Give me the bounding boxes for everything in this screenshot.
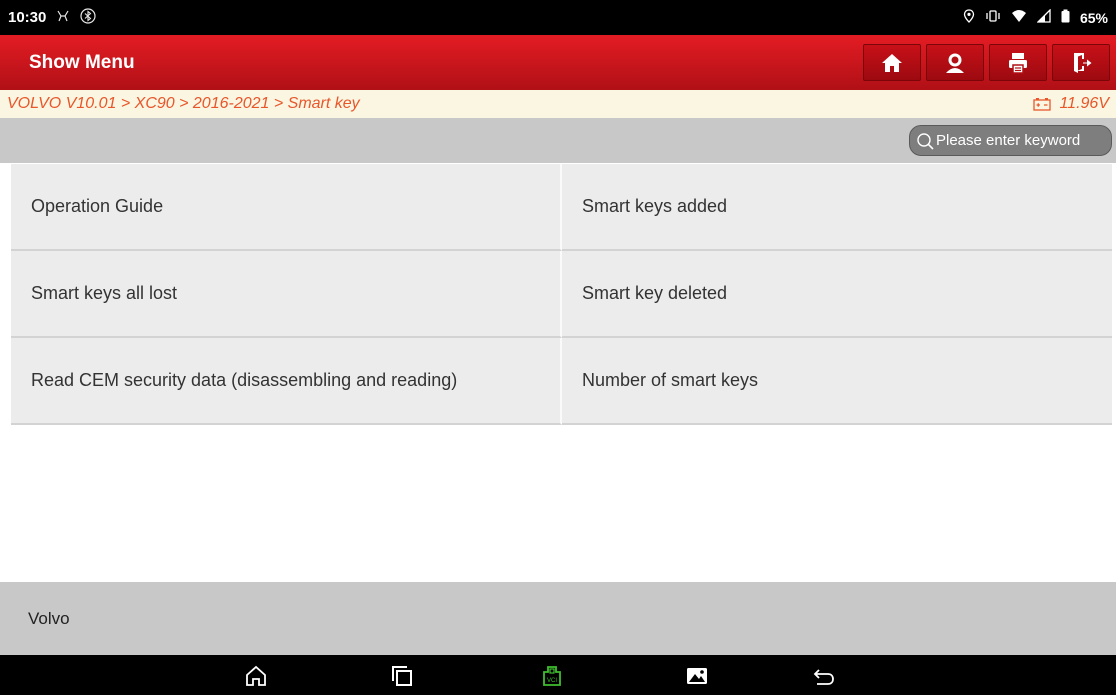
nav-home-button[interactable] (243, 663, 269, 689)
app-header: Show Menu (0, 35, 1116, 90)
wifi-icon (1011, 9, 1027, 26)
menu-item-smart-key-deleted[interactable]: Smart key deleted (562, 251, 1112, 338)
nav-bar: VCI (0, 655, 1116, 695)
app-root: 10:30 65% Show Menu VOLVO V10.01 > XC90 … (0, 0, 1116, 695)
menu-item-smart-keys-added[interactable]: Smart keys added (562, 164, 1112, 251)
footer-text: Volvo (28, 608, 70, 628)
nav-home-icon (246, 665, 266, 686)
diagnostic-icon (56, 9, 70, 26)
status-left: 10:30 (8, 8, 96, 27)
bluetooth-icon (80, 8, 96, 27)
battery-percent: 65% (1079, 9, 1108, 26)
home-icon (882, 53, 902, 72)
location-icon (963, 9, 975, 26)
voltage-value: 11.96V (1059, 95, 1109, 112)
back-icon (813, 669, 834, 685)
car-battery-icon (1033, 98, 1052, 111)
vci-icon: VCI (543, 666, 561, 686)
status-time: 10:30 (8, 9, 47, 26)
footer-bar: Volvo (0, 582, 1116, 655)
exit-icon (1074, 52, 1092, 73)
nav-back-button[interactable] (811, 663, 837, 689)
vibrate-icon (985, 9, 1001, 26)
battery-status-icon (1061, 9, 1070, 26)
menu-grid: Operation Guide Smart keys added Smart k… (11, 164, 1112, 425)
vci-button[interactable]: VCI (539, 663, 565, 689)
home-button[interactable] (863, 44, 921, 81)
breadcrumb-path: VOLVO V10.01 > XC90 > 2016-2021 > Smart … (7, 95, 360, 112)
gallery-icon (687, 668, 707, 684)
recents-icon (392, 666, 412, 686)
menu-item-smart-keys-all-lost[interactable]: Smart keys all lost (11, 251, 562, 338)
page-title: Show Menu (29, 51, 135, 73)
signal-icon (1036, 8, 1051, 26)
search-input[interactable] (936, 132, 1111, 149)
status-right: 65% (963, 8, 1108, 26)
print-icon (1009, 52, 1027, 74)
nav-gallery-button[interactable] (684, 663, 710, 689)
nav-recents-button[interactable] (389, 663, 415, 689)
search-icon (917, 132, 934, 150)
menu-item-operation-guide[interactable]: Operation Guide (11, 164, 562, 251)
breadcrumb: VOLVO V10.01 > XC90 > 2016-2021 > Smart … (0, 90, 1116, 118)
support-button[interactable] (926, 44, 984, 81)
svg-text:VCI: VCI (547, 678, 557, 684)
search-box[interactable] (909, 125, 1112, 156)
support-icon (946, 53, 964, 73)
voltage-indicator: 11.96V (1033, 95, 1109, 113)
search-bar (0, 118, 1116, 163)
menu-item-read-cem-security-data[interactable]: Read CEM security data (disassembling an… (11, 338, 562, 425)
exit-button[interactable] (1052, 44, 1110, 81)
status-bar: 10:30 65% (0, 0, 1116, 35)
menu-item-number-of-smart-keys[interactable]: Number of smart keys (562, 338, 1112, 425)
print-button[interactable] (989, 44, 1047, 81)
